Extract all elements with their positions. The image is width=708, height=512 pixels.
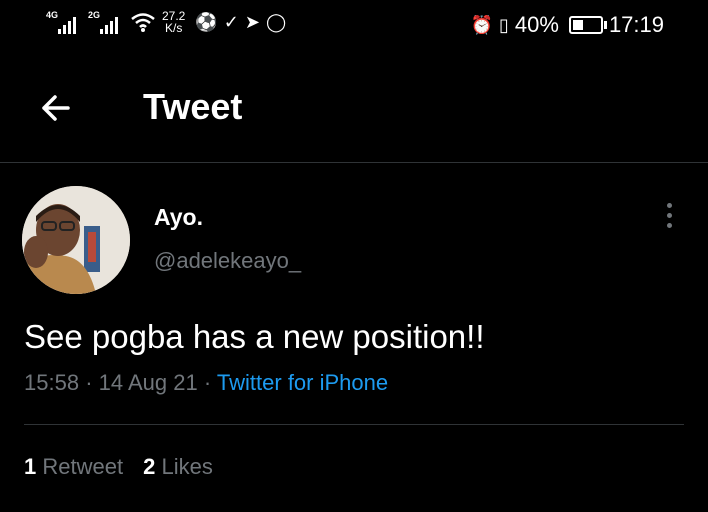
clock: 17:19 [608, 12, 664, 37]
stats-divider [24, 424, 684, 425]
telegram-icon: ➤ [244, 12, 260, 32]
more-options-icon[interactable] [659, 200, 679, 240]
network-type-label: 4G [46, 10, 59, 20]
battery-percentage: 40% [514, 12, 559, 37]
tweet-stats: 1 Retweet 2 Likes [24, 454, 213, 480]
back-arrow-icon[interactable] [36, 88, 76, 128]
network-type-label: 2G [88, 10, 101, 20]
retweet-label: Retweet [42, 454, 124, 479]
tweet-date: 14 Aug 21 [98, 370, 198, 395]
separator-dot: · [203, 370, 217, 395]
network-speed: 27.2 K/s [162, 10, 185, 34]
download-done-icon: ✓ [223, 12, 239, 32]
header-divider [0, 162, 708, 163]
tweet-source-link[interactable]: Twitter for iPhone [217, 370, 388, 395]
football-icon: ⚽ [195, 12, 218, 32]
tweet-detail-screen: 4G 2G 27.2 K/s ⚽ ✓ ➤ ◯ ⏰ ▯ 40% 17:19 Twe… [0, 0, 708, 512]
avatar[interactable] [22, 186, 130, 294]
battery-fill [572, 20, 583, 30]
signal-2g-icon: 2G [88, 8, 120, 36]
status-bar-left: 4G 2G 27.2 K/s ⚽ ✓ ➤ ◯ [46, 8, 292, 36]
app-header: Tweet [0, 72, 708, 144]
wifi-icon [131, 13, 155, 32]
page-title: Tweet [143, 86, 243, 127]
status-bar-right: ⏰ ▯ 40% 17:19 [471, 12, 664, 38]
battery-icon [568, 16, 607, 34]
tweet-text: See pogba has a new position!! [24, 318, 485, 355]
alarm-icon: ⏰ [470, 15, 493, 35]
like-count: 2 [143, 454, 156, 479]
club-crest-icon: ◯ [265, 12, 287, 32]
vibrate-icon: ▯ [498, 15, 509, 35]
like-label: Likes [161, 454, 213, 479]
status-bar: 4G 2G 27.2 K/s ⚽ ✓ ➤ ◯ ⏰ ▯ 40% 17:19 [0, 0, 708, 56]
retweets-stat[interactable]: 1 Retweet [24, 454, 123, 479]
signal-4g-icon: 4G [46, 8, 78, 36]
likes-stat[interactable]: 2 Likes [143, 454, 213, 479]
username-handle[interactable]: @adelekeayo_ [154, 248, 301, 274]
display-name[interactable]: Ayo. [154, 204, 203, 231]
separator-dot: · [85, 370, 99, 395]
tweet-metadata: 15:58 · 14 Aug 21 · Twitter for iPhone [24, 370, 388, 396]
network-speed-unit: K/s [165, 21, 183, 35]
avatar-image [22, 186, 130, 294]
tweet-time: 15:58 [24, 370, 80, 395]
retweet-count: 1 [24, 454, 37, 479]
